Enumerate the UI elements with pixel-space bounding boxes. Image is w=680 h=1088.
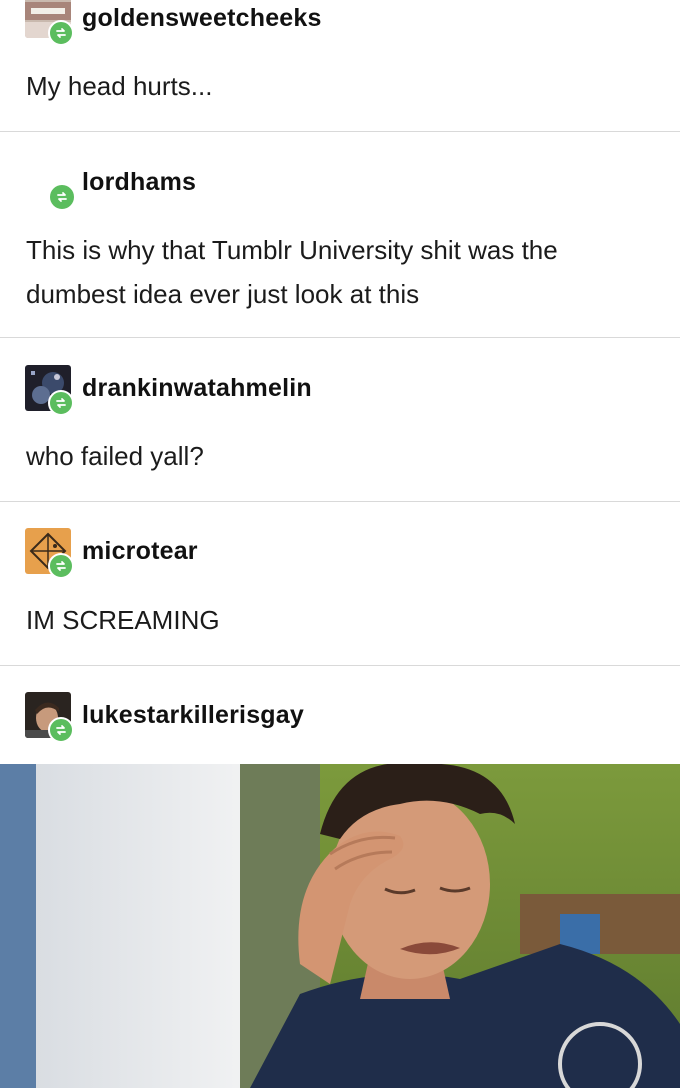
post-text: This is why that Tumblr University shit … <box>26 235 558 309</box>
post-text: who failed yall? <box>26 441 204 471</box>
username[interactable]: lukestarkillerisgay <box>82 701 304 730</box>
reblog-icon <box>48 390 74 416</box>
reblog-entry: lukestarkillerisgay <box>0 666 680 764</box>
reblog-icon <box>48 20 74 46</box>
reblog-icon <box>48 553 74 579</box>
reblog-entry: drankinwatahmelin who failed yall? <box>0 338 680 502</box>
username[interactable]: microtear <box>82 537 198 566</box>
reblog-entry: goldensweetcheeks My head hurts... <box>0 0 680 132</box>
post-photo[interactable] <box>0 764 680 1088</box>
post-text: My head hurts... <box>26 71 213 101</box>
username[interactable]: goldensweetcheeks <box>82 4 322 33</box>
reblog-icon <box>48 183 76 211</box>
username[interactable]: lordhams <box>82 168 196 197</box>
reblog-entry: microtear IM SCREAMING <box>0 502 680 666</box>
post-text: IM SCREAMING <box>26 605 220 635</box>
reblog-entry: lordhams This is why that Tumblr Univers… <box>0 132 680 338</box>
reblog-icon <box>48 717 74 743</box>
username[interactable]: drankinwatahmelin <box>82 374 312 403</box>
